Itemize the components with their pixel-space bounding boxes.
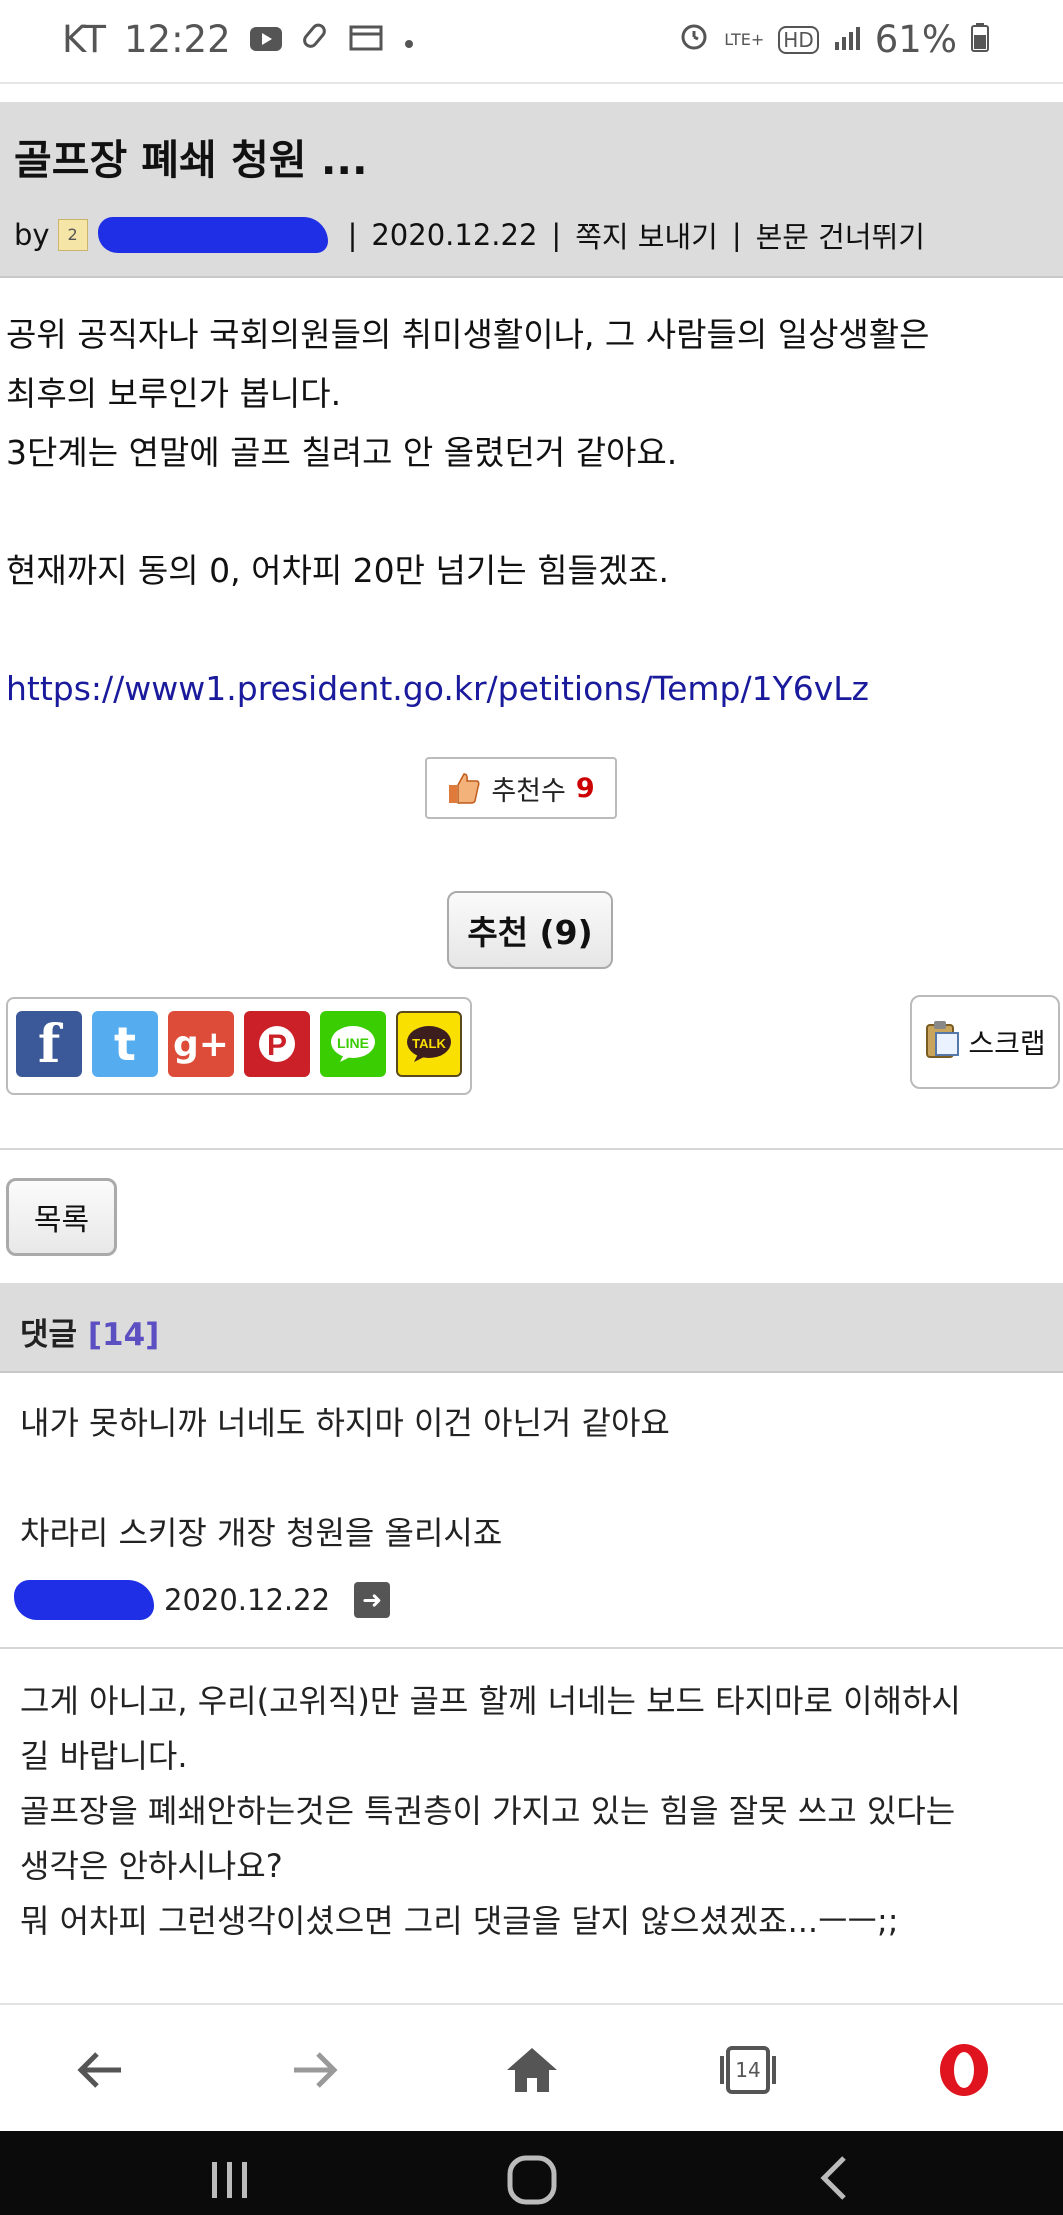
comment-item: 그게 아니고, 우리(고위직)만 골프 할께 너네는 보드 타지마로 이해하시 … <box>20 1674 1055 1949</box>
post-date: 2020.12.22 <box>371 218 538 252</box>
body-line: 현재까지 동의 0, 어차피 20만 넘기는 힘들겠죠. <box>6 551 670 590</box>
reply-icon[interactable]: ➜ <box>354 1582 391 1618</box>
signal-icon <box>833 18 861 61</box>
googleplus-icon[interactable]: g+ <box>168 1011 234 1077</box>
divider <box>0 1647 1063 1649</box>
separator: | <box>347 218 358 252</box>
hd-icon: HD <box>778 25 819 54</box>
scrap-label: 스크랩 <box>968 1027 1046 1060</box>
send-message-link[interactable]: 쪽지 보내기 <box>575 214 718 256</box>
youtube-icon <box>249 18 283 61</box>
user-level-icon: 2 <box>57 219 88 251</box>
post-title: 골프장 폐쇄 청원 ... <box>14 136 368 184</box>
scrap-button[interactable]: 스크랩 <box>910 995 1060 1089</box>
card-icon <box>349 18 383 61</box>
clipboard-icon <box>924 1019 962 1066</box>
body-line <box>6 600 1056 659</box>
twitter-icon[interactable]: t <box>92 1011 158 1077</box>
status-bar-right: LTE+ HD 61% <box>678 18 989 61</box>
comments-count: [14] <box>87 1317 160 1353</box>
kakaotalk-icon[interactable]: TALK <box>396 1011 462 1077</box>
comment-line <box>20 1451 1050 1506</box>
separator: | <box>731 218 742 252</box>
status-bar-left: KT 12:22 <box>62 18 417 61</box>
post-meta: by 2 | 2020.12.22 | 쪽지 보내기 | 본문 건너뛰기 <box>14 214 925 256</box>
tab-count: 14 <box>735 2058 761 2082</box>
share-box: f t g+ P LINE TALK <box>6 997 472 1095</box>
recommend-count-value: 9 <box>575 772 595 804</box>
forward-arrow-icon[interactable] <box>285 2040 345 2100</box>
back-chevron-icon[interactable] <box>806 2150 866 2206</box>
clock: 12:22 <box>124 18 231 61</box>
separator: | <box>551 218 562 252</box>
comment-line: 내가 못하니까 너네도 하지마 이건 아닌거 같아요 <box>20 1404 670 1442</box>
pinterest-icon[interactable]: P <box>244 1011 310 1077</box>
by-label: by <box>14 218 50 252</box>
network-label: LTE+ <box>724 29 765 49</box>
battery-percent: 61% <box>874 18 957 61</box>
thumbs-up-icon <box>447 771 481 805</box>
comment-line: 골프장을 폐쇄안하는것은 특권층이 가지고 있는 힘을 잘못 쓰고 있다는 <box>20 1792 956 1830</box>
recommend-button[interactable]: 추천 (9) <box>447 891 613 969</box>
opera-menu-icon[interactable] <box>934 2040 994 2100</box>
comments-title: 댓글 [14] <box>20 1309 159 1354</box>
divider <box>0 1148 1063 1150</box>
comment-line: 그게 아니고, 우리(고위직)만 골프 할께 너네는 보드 타지마로 이해하시 <box>20 1682 961 1720</box>
svg-text:P: P <box>267 1029 287 1062</box>
tabs-icon[interactable]: 14 <box>718 2040 778 2100</box>
comment-item: 내가 못하니까 너네도 하지마 이건 아닌거 같아요 차라리 스키장 개장 청원… <box>20 1396 1050 1561</box>
comments-header <box>0 1283 1063 1373</box>
skip-content-link[interactable]: 본문 건너뛰기 <box>756 214 925 256</box>
hd-label: HD <box>783 27 814 52</box>
comment-meta: 2020.12.22 ➜ <box>14 1580 391 1620</box>
recommend-count-label: 추천수 <box>491 775 566 807</box>
attachment-icon <box>301 18 331 61</box>
comments-label: 댓글 <box>20 1317 78 1353</box>
facebook-icon[interactable]: f <box>16 1011 82 1077</box>
post-body: 공위 공직자나 국회의원들의 취미생활이나, 그 사람들의 일상생활은 최후의 … <box>6 305 1056 718</box>
battery-icon <box>971 18 989 61</box>
recommend-count-box: 추천수 9 <box>425 757 617 819</box>
comment-line: 차라리 스키장 개장 청원을 올리시죠 <box>20 1514 503 1552</box>
petition-link[interactable]: https://www1.president.go.kr/petitions/T… <box>6 659 1056 718</box>
wifi-lte-icon: LTE+ <box>724 29 765 49</box>
alarm-icon <box>678 18 710 61</box>
body-line: 공위 공직자나 국회의원들의 취미생활이나, 그 사람들의 일상생활은 <box>6 315 930 354</box>
comment-line: 생각은 안하시나요? <box>20 1847 283 1885</box>
comment-line: 길 바랍니다. <box>20 1737 188 1775</box>
home-icon[interactable] <box>502 2040 562 2100</box>
svg-text:LINE: LINE <box>337 1035 369 1051</box>
list-button[interactable]: 목록 <box>6 1178 117 1256</box>
home-circle-icon[interactable] <box>502 2150 562 2206</box>
svg-text:TALK: TALK <box>412 1036 446 1051</box>
redacted-author-name[interactable] <box>97 217 328 253</box>
comment-line: 뭐 어차피 그런생각이셨으면 그리 댓글을 달지 않으셨겠죠...ㅡㅡ;; <box>20 1902 899 1940</box>
dot-icon <box>401 18 417 61</box>
redacted-commenter-name[interactable] <box>14 1580 154 1620</box>
line-icon[interactable]: LINE <box>320 1011 386 1077</box>
body-line: 3단계는 연말에 골프 칠려고 안 올렸던거 같아요. <box>6 433 678 472</box>
comment-date: 2020.12.22 <box>164 1583 331 1617</box>
recent-apps-icon[interactable] <box>200 2150 260 2206</box>
carrier-label: KT <box>62 18 106 61</box>
body-line: 최후의 보루인가 봅니다. <box>6 374 342 413</box>
back-arrow-icon[interactable] <box>70 2040 130 2100</box>
body-line <box>6 482 1056 541</box>
